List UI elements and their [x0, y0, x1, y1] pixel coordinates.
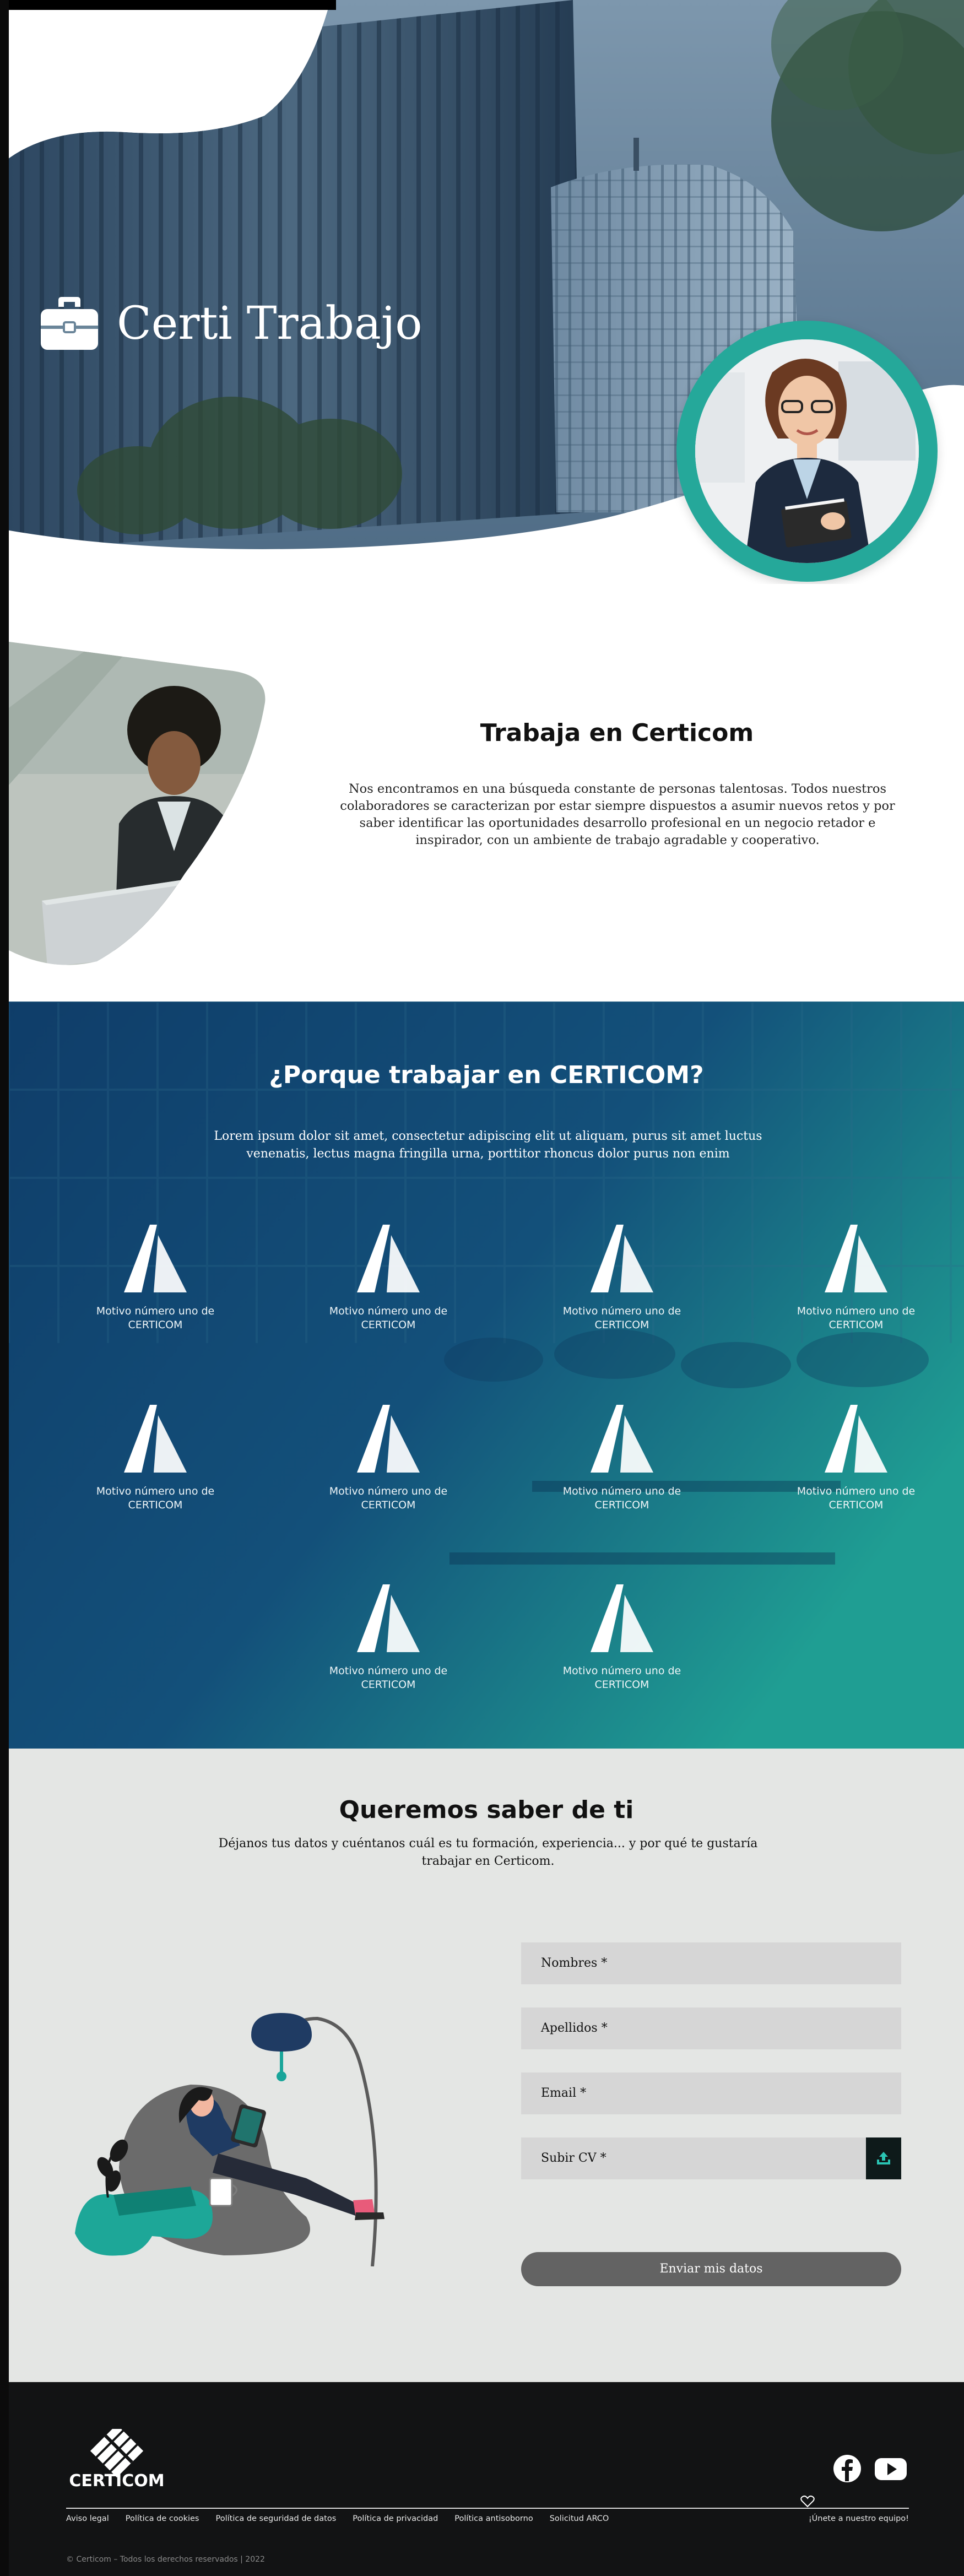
motive-item: Motivo número uno de CERTICOM [561, 1582, 683, 1692]
copyright: © Certicom – Todos los derechos reservad… [66, 2555, 265, 2564]
trabaja-body: Nos encontramos en una búsqueda constant… [340, 782, 895, 847]
motive-item: Motivo número uno de CERTICOM [561, 1402, 683, 1512]
hero-section: Certi Trabajo [0, 0, 964, 584]
facebook-icon[interactable] [832, 2454, 862, 2483]
motive-label: Motivo número uno de CERTICOM [96, 1485, 215, 1511]
footer-link[interactable]: Política antisoborno [454, 2514, 533, 2523]
footer-link[interactable]: Política de privacidad [353, 2514, 438, 2523]
footer-link[interactable]: Solicitud ARCO [550, 2514, 609, 2523]
footer-divider [66, 2508, 909, 2509]
upload-button[interactable] [866, 2137, 901, 2179]
reading-person-illustration [75, 2013, 384, 2266]
page: Certi Trabajo Trabaja en Certicom Nos en… [0, 0, 964, 2576]
hero-portrait-ring [676, 321, 938, 582]
hero-portrait-photo [695, 339, 919, 563]
nombres-field[interactable]: Nombres * [521, 1942, 901, 1984]
motive-label: Motivo número uno de CERTICOM [329, 1305, 448, 1331]
cv-placeholder: Subir CV * [541, 2151, 606, 2165]
porque-heading: ¿Porque trabajar en CERTICOM? [269, 1061, 704, 1089]
cv-upload-field[interactable]: Subir CV * [521, 2137, 901, 2179]
join-team-link[interactable]: ¡Únete a nuestro equipo! [809, 2514, 909, 2523]
footer-links: Aviso legal Política de cookies Política… [66, 2514, 609, 2523]
motive-item: Motivo número uno de CERTICOM [795, 1402, 917, 1512]
footer-brand: CERTICOM [69, 2471, 164, 2490]
motive-label: Motivo número uno de CERTICOM [329, 1665, 448, 1691]
briefcase-icon [41, 297, 98, 350]
footer-link[interactable]: Aviso legal [66, 2514, 109, 2523]
porque-section: ¿Porque trabajar en CERTICOM? Lorem ipsu… [9, 1002, 964, 1749]
left-edge-strip [0, 0, 9, 2576]
certicom-mark-icon [591, 1225, 653, 1292]
motive-item: Motivo número uno de CERTICOM [328, 1222, 449, 1332]
trabaja-heading: Trabaja en Certicom [480, 719, 754, 747]
youtube-icon[interactable] [874, 2454, 908, 2483]
motive-item: Motivo número uno de CERTICOM [95, 1402, 216, 1512]
upload-icon [877, 2152, 890, 2164]
certicom-mark-icon [124, 1405, 187, 1473]
motive-item: Motivo número uno de CERTICOM [561, 1222, 683, 1332]
certicom-mark-icon [124, 1225, 187, 1292]
submit-button[interactable]: Enviar mis datos [521, 2252, 901, 2286]
queremos-subtitle: Déjanos tus datos y cuéntanos cuál es tu… [218, 1837, 758, 1868]
motive-label: Motivo número uno de CERTICOM [562, 1665, 681, 1691]
heart-icon [800, 2496, 815, 2508]
queremos-heading: Queremos saber de ti [339, 1796, 634, 1824]
motive-label: Motivo número uno de CERTICOM [797, 1305, 916, 1331]
motive-item: Motivo número uno de CERTICOM [95, 1222, 216, 1332]
footer-link[interactable]: Política de cookies [126, 2514, 199, 2523]
certicom-mark-icon [591, 1584, 653, 1652]
footer-link[interactable]: Política de seguridad de datos [215, 2514, 336, 2523]
trabaja-section: Trabaja en Certicom Nos encontramos en u… [0, 584, 964, 1002]
motive-item: Motivo número uno de CERTICOM [328, 1402, 449, 1512]
certicom-mark-icon [357, 1225, 420, 1292]
certicom-logo[interactable]: CERTICOM [66, 2429, 168, 2490]
certicom-mark-icon [357, 1405, 420, 1473]
hero-title: Certi Trabajo [39, 295, 423, 352]
trabaja-photo [9, 642, 266, 965]
certicom-mark-icon [357, 1584, 420, 1652]
porque-lead: Lorem ipsum dolor sit amet, consectetur … [214, 1129, 762, 1161]
motive-label: Motivo número uno de CERTICOM [562, 1305, 681, 1331]
motive-label: Motivo número uno de CERTICOM [797, 1485, 916, 1511]
certicom-mark-icon [825, 1225, 887, 1292]
motive-label: Motivo número uno de CERTICOM [96, 1305, 215, 1331]
email-field[interactable]: Email * [521, 2072, 901, 2114]
queremos-section: Queremos saber de ti Déjanos tus datos y… [9, 1749, 964, 2382]
motive-item: Motivo número uno de CERTICOM [328, 1582, 449, 1692]
motive-item: Motivo número uno de CERTICOM [795, 1222, 917, 1332]
certicom-mark-icon [591, 1405, 653, 1473]
nombres-placeholder: Nombres * [541, 1956, 608, 1970]
apellidos-field[interactable]: Apellidos * [521, 2007, 901, 2049]
apellidos-placeholder: Apellidos * [541, 2021, 608, 2035]
email-placeholder: Email * [541, 2086, 587, 2100]
footer: CERTICOM Aviso legal Política de cookies… [9, 2382, 964, 2576]
motive-label: Motivo número uno de CERTICOM [562, 1485, 681, 1511]
certicom-mark-icon [825, 1405, 887, 1473]
office-background-photo [9, 1002, 964, 1749]
hero-title-text: Certi Trabajo [117, 297, 423, 350]
motive-label: Motivo número uno de CERTICOM [329, 1485, 448, 1511]
